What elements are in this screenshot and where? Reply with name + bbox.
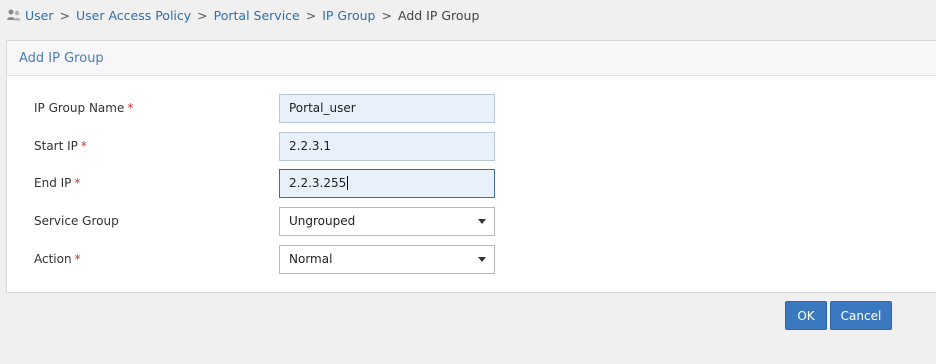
end-ip-value: 2.2.3.255 bbox=[289, 176, 347, 190]
breadcrumb: User > User Access Policy > Portal Servi… bbox=[6, 6, 479, 24]
panel-title: Add IP Group bbox=[19, 50, 104, 66]
end-ip-label-text: End IP bbox=[34, 176, 72, 190]
ip-group-name-row: IP Group Name * Portal_user bbox=[34, 93, 495, 123]
chevron-down-icon bbox=[478, 256, 486, 262]
ok-button[interactable]: OK bbox=[785, 301, 827, 330]
action-select[interactable]: Normal bbox=[279, 244, 495, 274]
text-cursor bbox=[347, 176, 349, 190]
action-label-text: Action bbox=[34, 252, 72, 266]
service-group-label: Service Group bbox=[34, 214, 279, 228]
action-value: Normal bbox=[289, 252, 333, 266]
breadcrumb-ip-group[interactable]: IP Group bbox=[322, 8, 375, 23]
service-group-select[interactable]: Ungrouped bbox=[279, 206, 495, 236]
start-ip-row: Start IP * 2.2.3.1 bbox=[34, 131, 495, 161]
required-mark: * bbox=[80, 139, 87, 153]
ip-group-name-input[interactable]: Portal_user bbox=[279, 93, 495, 123]
action-label: Action * bbox=[34, 252, 279, 266]
start-ip-input[interactable]: 2.2.3.1 bbox=[279, 131, 495, 161]
breadcrumb-separator: > bbox=[59, 7, 70, 23]
chevron-down-icon bbox=[478, 218, 486, 224]
end-ip-row: End IP * 2.2.3.255 bbox=[34, 168, 495, 198]
required-mark: * bbox=[74, 176, 81, 190]
cancel-button[interactable]: Cancel bbox=[830, 301, 892, 330]
end-ip-input[interactable]: 2.2.3.255 bbox=[279, 168, 495, 198]
breadcrumb-user-access-policy[interactable]: User Access Policy bbox=[76, 8, 191, 23]
start-ip-label: Start IP * bbox=[34, 139, 279, 153]
panel-header: Add IP Group bbox=[7, 41, 936, 76]
service-group-value: Ungrouped bbox=[289, 214, 356, 228]
service-group-label-text: Service Group bbox=[34, 214, 119, 228]
ip-group-name-label-text: IP Group Name bbox=[34, 101, 125, 115]
breadcrumb-separator: > bbox=[381, 7, 392, 23]
action-row: Action * Normal bbox=[34, 244, 495, 274]
required-mark: * bbox=[127, 101, 134, 115]
breadcrumb-portal-service[interactable]: Portal Service bbox=[214, 8, 300, 23]
add-ip-group-panel: Add IP Group IP Group Name * Portal_user … bbox=[6, 40, 936, 293]
required-mark: * bbox=[74, 252, 81, 266]
start-ip-value: 2.2.3.1 bbox=[289, 139, 331, 153]
breadcrumb-user[interactable]: User bbox=[25, 8, 54, 23]
user-group-icon bbox=[6, 8, 22, 22]
end-ip-label: End IP * bbox=[34, 176, 279, 190]
breadcrumb-separator: > bbox=[197, 7, 208, 23]
breadcrumb-current: Add IP Group bbox=[397, 7, 480, 23]
breadcrumb-separator: > bbox=[305, 7, 317, 23]
ip-group-name-label: IP Group Name * bbox=[34, 101, 279, 115]
start-ip-label-text: Start IP bbox=[34, 139, 78, 153]
service-group-row: Service Group Ungrouped bbox=[34, 206, 495, 236]
ip-group-name-value: Portal_user bbox=[289, 101, 356, 115]
